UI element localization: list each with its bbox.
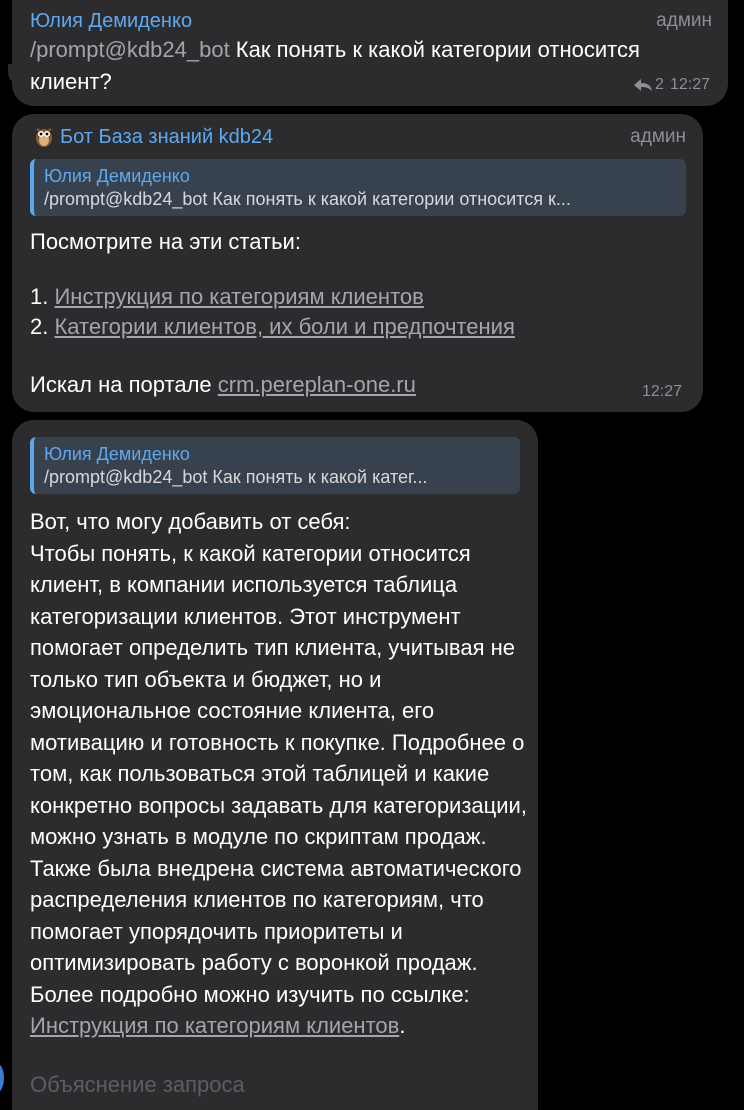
scroll-indicator bbox=[0, 1062, 4, 1094]
quote-text: /prompt@kdb24_bot Как понять к какой кат… bbox=[44, 189, 571, 209]
quote-sender: Юлия Демиденко bbox=[44, 166, 190, 186]
reply-quote[interactable]: Юлия Демиденко /prompt@kdb24_bot Как пон… bbox=[30, 437, 520, 494]
reply-quote[interactable]: Юлия Демиденко /prompt@kdb24_bot Как пон… bbox=[30, 159, 686, 216]
source-label: Искал на портале bbox=[30, 372, 212, 397]
message-text: /prompt@kdb24_bot Как понять к какой кат… bbox=[30, 34, 720, 97]
article-link[interactable]: Инструкция по категориям клиентов bbox=[30, 1013, 399, 1038]
sender-role-badge: админ bbox=[630, 126, 686, 147]
bubble-tail bbox=[8, 64, 22, 86]
article-link-1[interactable]: Инструкция по категориям клиентов bbox=[54, 284, 423, 309]
article-list-item-2: 2. Категории клиентов, их боли и предпоч… bbox=[30, 311, 515, 343]
message-body-text: Вот, что могу добавить от себя: Чтобы по… bbox=[30, 509, 527, 1007]
bot-command[interactable]: /prompt@kdb24_bot bbox=[30, 37, 230, 62]
message-time: 12:27 bbox=[641, 383, 682, 400]
quote-sender: Юлия Демиденко bbox=[44, 444, 190, 464]
reply-icon bbox=[634, 79, 653, 91]
quote-text: /prompt@kdb24_bot Как понять к какой кат… bbox=[44, 467, 428, 487]
article-list-item-1: 1. Инструкция по категориям клиентов bbox=[30, 281, 424, 313]
sender-role-badge: админ bbox=[656, 10, 712, 31]
punctuation: . bbox=[399, 1013, 406, 1038]
next-section-heading: Объяснение запроса bbox=[30, 1072, 245, 1097]
message-sender[interactable]: Юлия Демиденко bbox=[30, 10, 192, 33]
article-link-2[interactable]: Категории клиентов, их боли и предпочтен… bbox=[54, 314, 514, 339]
message-meta[interactable]: 2 12:27 bbox=[633, 76, 710, 94]
source-line: Искал на портале crm.pereplan-one.ru bbox=[30, 369, 416, 401]
list-number: 2. bbox=[30, 314, 49, 339]
owl-icon bbox=[36, 128, 52, 147]
source-link[interactable]: crm.pereplan-one.ru bbox=[218, 372, 416, 397]
list-number: 1. bbox=[30, 284, 49, 309]
message-body: Вот, что могу добавить от себя: Чтобы по… bbox=[30, 506, 530, 1042]
message-time: 12:27 bbox=[669, 76, 710, 93]
replies-count: 2 bbox=[655, 76, 664, 93]
bot-sender-name[interactable]: Бот База знаний kdb24 bbox=[60, 126, 273, 149]
message-intro: Посмотрите на эти статьи: bbox=[30, 229, 301, 254]
